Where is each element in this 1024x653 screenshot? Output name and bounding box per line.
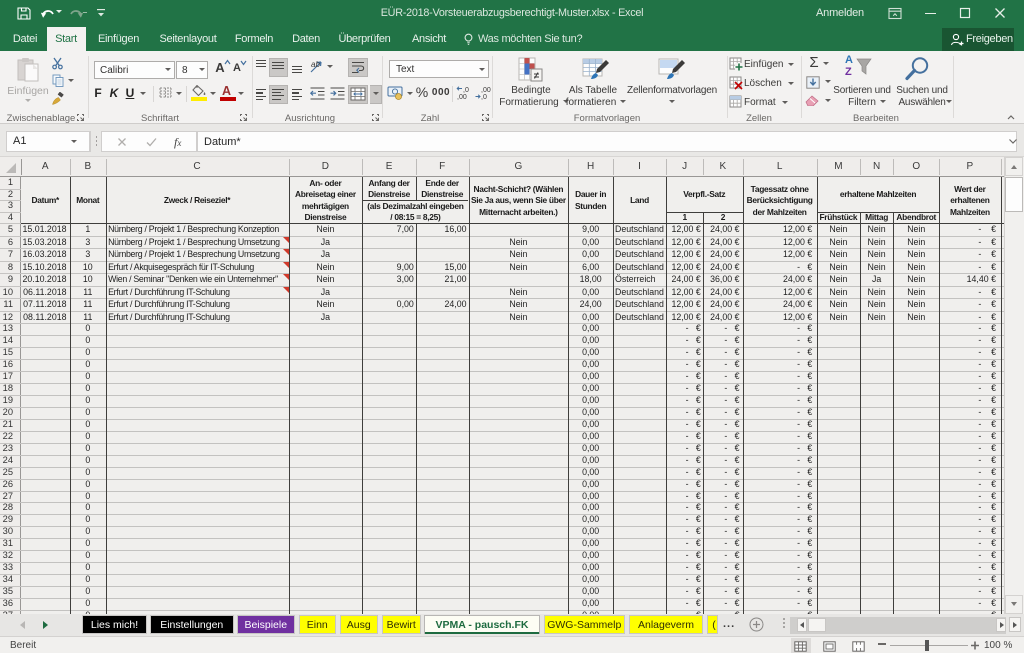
svg-text:,00: ,00 (457, 94, 467, 101)
svg-text:,0: ,0 (463, 87, 469, 94)
svg-text:,0: ,0 (481, 94, 487, 101)
svg-text:,00: ,00 (481, 87, 491, 94)
svg-text:ab: ab (311, 60, 320, 69)
